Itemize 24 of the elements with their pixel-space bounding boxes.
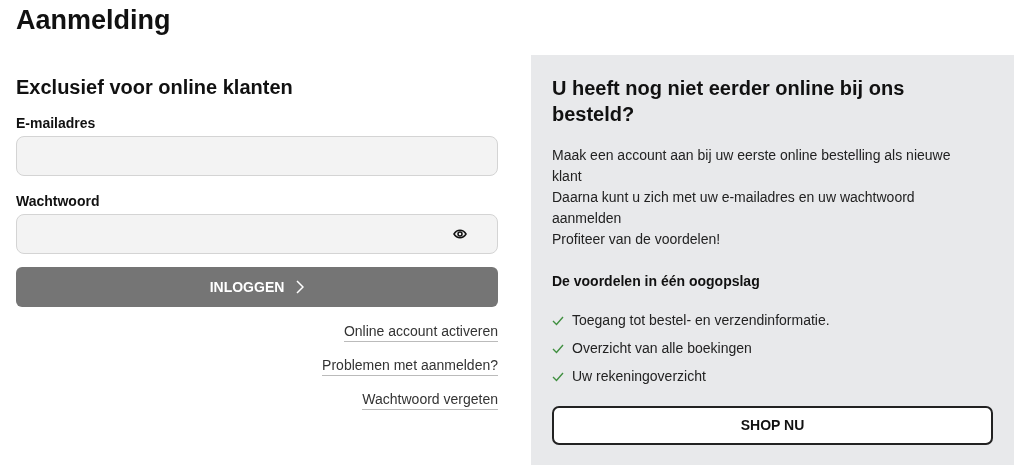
check-icon: [552, 371, 564, 382]
link[interactable]: Problemen met aanmelden?: [322, 356, 498, 376]
login-button[interactable]: INLOGGEN: [16, 267, 498, 307]
input-field[interactable]: [16, 214, 498, 254]
benefit-text: Overzicht van alle boekingen: [572, 339, 752, 358]
info-text: Maak een account aan bij uw eerste online bestelling als nieuwe klant: [552, 146, 952, 186]
link[interactable]: Online account activeren: [343, 322, 498, 342]
eye-icon[interactable]: [453, 229, 467, 239]
shop-button[interactable]: SHOP NU: [552, 406, 993, 445]
panel-heading: U heeft nog niet eerder online bij ons besteld?: [552, 76, 906, 127]
subheading: De voordelen in één oogopslag: [552, 272, 760, 291]
check-icon: [552, 343, 564, 354]
info-text: Profiteer van de voordelen!: [552, 230, 722, 249]
chevron-right-icon: [296, 280, 305, 294]
info-text: Daarna kunt u zich met uw e-mailadres en uw wachtwoord aanmelden: [552, 188, 916, 228]
field-label: Wachtwoord: [16, 192, 100, 210]
page-title: Aanmelding: [16, 4, 171, 37]
section-heading: Exclusief voor online klanten: [16, 75, 294, 100]
benefit-text: Uw rekeningoverzicht: [572, 367, 706, 386]
benefit-text: Toegang tot bestel- en verzendinformatie.: [572, 311, 830, 330]
check-icon: [552, 315, 564, 326]
input-field[interactable]: [16, 136, 498, 176]
link[interactable]: Wachtwoord vergeten: [362, 390, 498, 410]
field-label: E-mailadres: [16, 114, 96, 132]
